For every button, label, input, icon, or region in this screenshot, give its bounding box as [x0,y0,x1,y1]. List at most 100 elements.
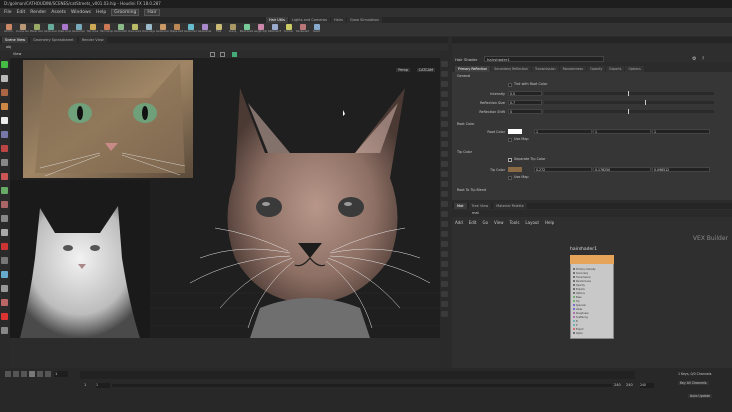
hairshader-node-header[interactable] [570,255,614,264]
node-port[interactable]: Randomness [573,280,591,283]
left-tool-button[interactable] [1,173,8,180]
help-icon[interactable]: ? [702,57,704,61]
menu-help-net[interactable]: Help [545,220,554,225]
shelf-tool[interactable]: Guide Brush [198,23,211,36]
display-option-button[interactable] [441,271,448,277]
left-tool-button[interactable] [1,299,8,306]
stop-icon[interactable] [21,371,27,377]
display-option-button[interactable] [441,181,448,187]
left-tool-button[interactable] [1,327,8,334]
shelf-tool[interactable]: Frizz [212,23,225,36]
range-end-field[interactable]: 240 [640,383,654,388]
display-option-button[interactable] [441,91,448,97]
shelf-tool[interactable]: Clump [226,23,239,36]
shelf-tool[interactable]: Length Adjust [254,23,267,36]
root-use-map-checkbox[interactable] [508,138,512,142]
menu-edit[interactable]: Edit [17,10,26,15]
range-slider[interactable] [112,384,612,387]
left-tool-button[interactable] [1,103,8,110]
gear-icon[interactable]: ⚙ [692,57,696,62]
reflection-size-slider[interactable] [544,101,714,104]
menu-file[interactable]: File [4,10,12,15]
tab-tree-view[interactable]: Tree View [468,203,492,209]
left-tool-button[interactable] [1,187,8,194]
display-option-button[interactable] [441,231,448,237]
display-option-button[interactable] [441,71,448,77]
node-port[interactable]: Opacity [573,284,585,287]
display-option-button[interactable] [441,101,448,107]
tab-render-view[interactable]: Render View [78,37,107,43]
node-port[interactable]: P [573,324,577,327]
root-color-r[interactable]: 1 [534,129,592,134]
node-port[interactable]: Tip [573,300,579,303]
root-color-swatch[interactable] [508,129,522,134]
display-option-button[interactable] [441,311,448,317]
node-port[interactable]: Options [573,292,585,295]
tab-geometry-spreadsheet[interactable]: Geometry Spreadsheet [30,37,77,43]
left-tool-button[interactable] [1,313,8,320]
display-option-button[interactable] [441,261,448,267]
persp-menu[interactable]: Persp [396,68,410,72]
reflection-shift-handle[interactable] [628,109,629,114]
node-port[interactable]: Primary Intensity [573,268,596,271]
display-option-button[interactable] [441,301,448,307]
shelf-tool[interactable]: Guide Deform [114,23,127,36]
display-option-button[interactable] [441,161,448,167]
display-option-button[interactable] [441,211,448,217]
pose-icon[interactable] [220,52,225,57]
root-color-g[interactable]: 1 [593,129,651,134]
shelf-tool[interactable]: Planar Groom [30,23,43,36]
display-option-button[interactable] [441,241,448,247]
shelf-tool[interactable]: Clone Guides [128,23,141,36]
key-all-button[interactable]: Key All Channels [678,381,709,385]
left-tool-button[interactable] [1,61,8,68]
reflection-shift-field[interactable]: 0 [508,109,542,114]
menu-render[interactable]: Render [30,10,46,15]
next-key-icon[interactable] [37,371,43,377]
node-port[interactable]: Roughness [573,312,589,315]
left-tool-button[interactable] [1,285,8,292]
display-option-button[interactable] [441,151,448,157]
node-port[interactable]: Alpha [573,332,583,335]
shelf-tool[interactable]: Add Fur [2,23,15,36]
node-port[interactable]: Secondary [573,272,588,275]
shelf-tool[interactable]: Hair Grow [86,23,99,36]
node-port[interactable]: Base [573,296,582,299]
node-port[interactable]: Scattering [573,316,588,319]
shelf-tool[interactable]: Draw Curves [58,23,71,36]
shelf-tool[interactable]: Shape Guides [170,23,183,36]
network-path[interactable]: mat [472,211,479,215]
menu-add[interactable]: Add [455,220,463,225]
node-port[interactable]: Transmission [573,276,591,279]
play-icon[interactable] [29,371,35,377]
node-port[interactable]: Exports [573,288,585,291]
shelf-tool[interactable]: Curves Groom [16,23,29,36]
menu-view[interactable]: View [494,220,504,225]
left-tool-button[interactable] [1,117,8,124]
left-tool-button[interactable] [1,131,8,138]
left-tool-button[interactable] [1,159,8,166]
range-start-field[interactable]: 1 [96,383,110,388]
shelf-tool[interactable]: Deformer Ext [268,23,281,36]
hairshader-node[interactable]: Primary Intensity Secondary Transmission Ra… [570,255,614,339]
shelf-tool[interactable]: Guide Groom [156,23,169,36]
root-color-b[interactable]: 1 [652,129,710,134]
display-option-button[interactable] [441,191,448,197]
intensity-handle[interactable] [628,91,629,96]
context-select[interactable]: Hair [144,9,160,16]
left-tool-button[interactable] [1,229,8,236]
menu-assets[interactable]: Assets [51,10,66,15]
display-option-button[interactable] [441,201,448,207]
shelf-tool[interactable]: Guide Process [184,23,197,36]
shelf-tool[interactable]: Guide Process [72,23,85,36]
tab-scene-view[interactable]: Scene View [2,37,29,43]
display-option-button[interactable] [441,141,448,147]
tip-use-map-checkbox[interactable] [508,176,512,180]
shelf-tool[interactable]: Hair Clump [100,23,113,36]
display-option-button[interactable] [441,291,448,297]
shelf-tool[interactable]: Clone Adjust [142,23,155,36]
tip-color-r[interactable]: 0.272 [534,167,592,172]
display-option-button[interactable] [441,61,448,67]
node-port[interactable]: Gloss [573,308,582,311]
tip-color-g[interactable]: 0.176250 [593,167,651,172]
